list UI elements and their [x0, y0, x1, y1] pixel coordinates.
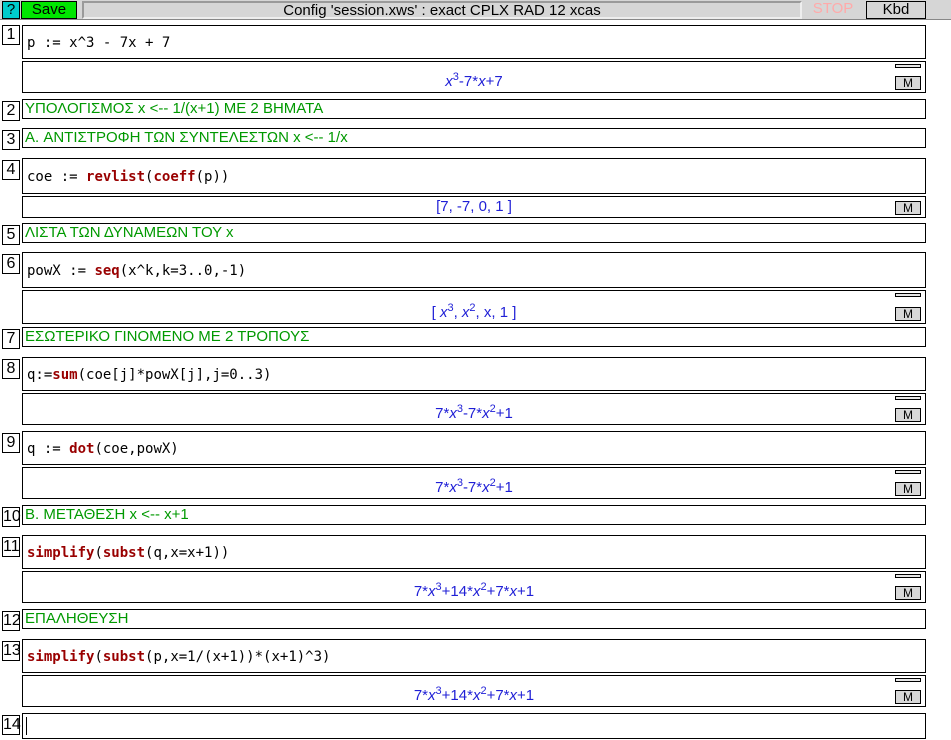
comment-field[interactable]: A. ΑΝΤΙΣΤΡΟΦΗ ΤΩΝ ΣΥΝΤΕΛΕΣΤΩΝ x <-- 1/x — [22, 128, 926, 148]
comment-field[interactable]: ΥΠΟΛΟΓΙΣΜΟΣ x <-- 1/(x+1) ΜΕ 2 ΒΗΜΑΤΑ — [22, 99, 926, 119]
level-number[interactable]: 11 — [2, 537, 20, 557]
menu-button[interactable]: M — [895, 307, 921, 321]
level-number[interactable]: 9 — [2, 433, 20, 453]
math-result: 7*x3+14*x2+7*x+1 — [413, 685, 535, 704]
history-level: 11 simplify(subst(q,x=x+1)) 7*x3+14*x2+7… — [0, 535, 926, 605]
config-button[interactable]: Config 'session.xws' : exact CPLX RAD 12… — [82, 1, 802, 19]
result-slider[interactable] — [895, 470, 921, 474]
result-slider[interactable] — [895, 396, 921, 400]
command-input[interactable]: simplify(subst(p,x=1/(x+1))*(x+1)^3) — [22, 639, 926, 673]
menu-button[interactable]: M — [895, 690, 921, 704]
comment-field[interactable]: B. ΜΕΤΑΘΕΣΗ x <-- x+1 — [22, 505, 926, 525]
math-result: x3-7*x+7 — [445, 71, 503, 90]
list-result: [7, -7, 0, 1 ] — [436, 198, 512, 215]
math-result: 7*x3+14*x2+7*x+1 — [413, 581, 535, 600]
menu-button[interactable]: M — [895, 76, 921, 90]
level-number[interactable]: 5 — [2, 225, 20, 245]
command-input[interactable]: simplify(subst(q,x=x+1)) — [22, 535, 926, 569]
toolbar: ? Save Config 'session.xws' : exact CPLX… — [0, 0, 951, 20]
level-number[interactable]: 8 — [2, 359, 20, 379]
level-number[interactable]: 2 — [2, 101, 20, 121]
level-number[interactable]: 10 — [2, 507, 21, 527]
command-input[interactable]: coe := revlist(coeff(p)) — [22, 158, 926, 194]
menu-button[interactable]: M — [895, 408, 921, 422]
history-level: 7 ΕΣΩΤΕΡΙΚΟ ΓΙΝΟΜΕΝΟ ΜΕ 2 ΤΡΟΠΟΥΣ — [0, 327, 926, 349]
result-output: 7*x3-7*x2+1 M — [22, 467, 926, 499]
comment-field[interactable]: ΕΠΑΛΗΘΕΥΣΗ — [22, 609, 926, 629]
command-input[interactable]: q:=sum(coe[j]*powX[j],j=0..3) — [22, 357, 926, 391]
level-number[interactable]: 4 — [2, 160, 20, 180]
result-output: [ x3, x2, x, 1 ] M — [22, 290, 926, 324]
result-output: 7*x3-7*x2+1 M — [22, 393, 926, 425]
level-number[interactable]: 6 — [2, 254, 20, 274]
level-number[interactable]: 7 — [2, 329, 20, 349]
stop-button[interactable]: STOP — [805, 1, 861, 19]
history-level: 4 coe := revlist(coeff(p)) [7, -7, 0, 1 … — [0, 158, 926, 218]
math-result: 7*x3-7*x2+1 — [435, 403, 513, 422]
result-output: 7*x3+14*x2+7*x+1 M — [22, 571, 926, 603]
math-result: [ x3, x2, x, 1 ] — [431, 302, 517, 321]
result-output: 7*x3+14*x2+7*x+1 M — [22, 675, 926, 707]
history-level: 5 ΛΙΣΤΑ ΤΩΝ ΔΥΝΑΜΕΩΝ ΤΟΥ x — [0, 223, 926, 245]
text-cursor — [26, 717, 27, 735]
result-slider[interactable] — [895, 574, 921, 578]
level-number[interactable]: 1 — [2, 25, 20, 45]
command-input[interactable]: q := dot(coe,powX) — [22, 431, 926, 465]
command-input[interactable]: p := x^3 - 7x + 7 — [22, 25, 926, 59]
command-input[interactable] — [22, 713, 926, 739]
save-button[interactable]: Save — [21, 1, 77, 19]
comment-field[interactable]: ΕΣΩΤΕΡΙΚΟ ΓΙΝΟΜΕΝΟ ΜΕ 2 ΤΡΟΠΟΥΣ — [22, 327, 926, 347]
comment-field[interactable]: ΛΙΣΤΑ ΤΩΝ ΔΥΝΑΜΕΩΝ ΤΟΥ x — [22, 223, 926, 243]
history-level: 8 q:=sum(coe[j]*powX[j],j=0..3) 7*x3-7*x… — [0, 357, 926, 427]
history-level: 10 B. ΜΕΤΑΘΕΣΗ x <-- x+1 — [0, 505, 926, 527]
result-output: x3-7*x+7 M — [22, 61, 926, 93]
level-number[interactable]: 13 — [2, 641, 21, 661]
result-slider[interactable] — [895, 678, 921, 682]
history-level: 6 powX := seq(x^k,k=3..0,-1) [ x3, x2, x… — [0, 252, 926, 324]
result-output: [7, -7, 0, 1 ] M — [22, 196, 926, 218]
result-slider[interactable] — [895, 293, 921, 297]
history-level: 14 — [0, 713, 926, 739]
level-number[interactable]: 3 — [2, 130, 20, 150]
history-level: 2 ΥΠΟΛΟΓΙΣΜΟΣ x <-- 1/(x+1) ΜΕ 2 ΒΗΜΑΤΑ — [0, 99, 926, 121]
result-slider[interactable] — [895, 64, 921, 68]
help-button[interactable]: ? — [2, 1, 20, 19]
history-level: 3 A. ΑΝΤΙΣΤΡΟΦΗ ΤΩΝ ΣΥΝΤΕΛΕΣΤΩΝ x <-- 1/… — [0, 128, 926, 150]
history-level: 13 simplify(subst(p,x=1/(x+1))*(x+1)^3) … — [0, 639, 926, 709]
keyboard-button[interactable]: Kbd — [866, 1, 926, 19]
level-number[interactable]: 12 — [2, 611, 21, 631]
menu-button[interactable]: M — [895, 586, 921, 600]
history-level: 9 q := dot(coe,powX) 7*x3-7*x2+1 M — [0, 431, 926, 501]
menu-button[interactable]: M — [895, 482, 921, 496]
level-number[interactable]: 14 — [2, 715, 21, 735]
math-result: 7*x3-7*x2+1 — [435, 477, 513, 496]
menu-button[interactable]: M — [895, 201, 921, 215]
history-level: 12 ΕΠΑΛΗΘΕΥΣΗ — [0, 609, 926, 631]
history-level: 1 p := x^3 - 7x + 7 x3-7*x+7 M — [0, 25, 926, 95]
command-input[interactable]: powX := seq(x^k,k=3..0,-1) — [22, 252, 926, 288]
